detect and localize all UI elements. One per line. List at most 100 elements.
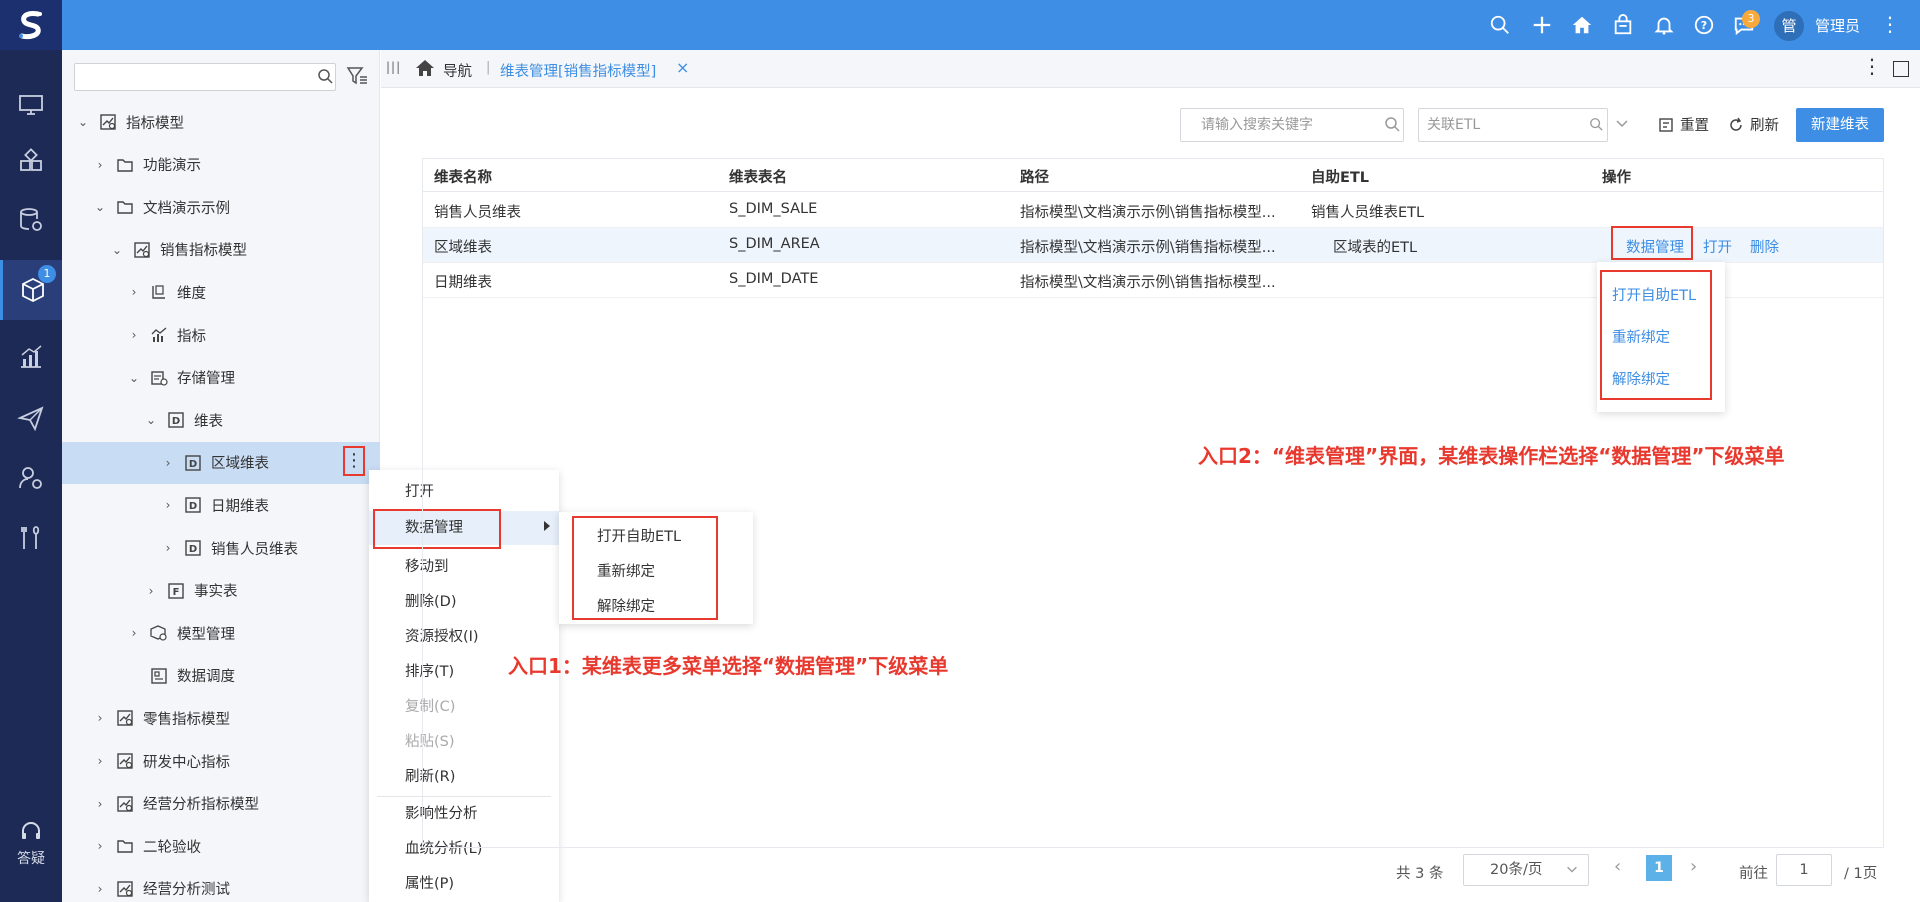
svg-text:D: D bbox=[189, 544, 197, 555]
filter-icon[interactable] bbox=[346, 65, 368, 87]
monitor-icon[interactable] bbox=[0, 75, 62, 135]
f-table-icon: F bbox=[166, 581, 186, 601]
send-icon[interactable] bbox=[0, 388, 62, 448]
etl-select[interactable]: 关联ETL bbox=[1418, 108, 1608, 142]
tree-node-label: 文档演示示例 bbox=[143, 200, 230, 217]
chevron-right-icon[interactable]: › bbox=[93, 839, 107, 853]
user-gear-icon[interactable] bbox=[0, 448, 62, 508]
tab-navigation[interactable]: 导航 bbox=[443, 60, 472, 81]
tree-search-input[interactable] bbox=[74, 63, 336, 91]
tree-node[interactable]: › 功能演示 bbox=[62, 144, 380, 186]
tree-node-label: 日期维表 bbox=[211, 498, 269, 515]
table-cell-name: 日期维表 bbox=[434, 275, 492, 291]
tree-node[interactable]: › 经营分析指标模型 bbox=[62, 783, 380, 825]
database-gear-icon[interactable] bbox=[0, 190, 62, 250]
tab-close-icon[interactable]: × bbox=[676, 58, 689, 77]
chart-icon[interactable] bbox=[0, 327, 62, 387]
avatar[interactable]: 管 bbox=[1774, 11, 1804, 41]
chevron-down-icon[interactable]: ⌄ bbox=[93, 200, 107, 214]
chevron-down-icon[interactable]: ⌄ bbox=[127, 371, 141, 385]
tree-node[interactable]: › 指标 bbox=[62, 314, 380, 356]
tree-node[interactable]: › D 销售人员维表 bbox=[62, 527, 380, 569]
next-page-icon[interactable]: › bbox=[1690, 856, 1697, 877]
tree-node[interactable]: › 研发中心指标 bbox=[62, 740, 380, 782]
username[interactable]: 管理员 bbox=[1815, 15, 1860, 36]
folder-icon bbox=[115, 836, 135, 856]
chevron-right-icon[interactable]: › bbox=[161, 456, 175, 470]
svg-text:?: ? bbox=[1701, 19, 1707, 32]
chevron-right-icon[interactable]: › bbox=[127, 328, 141, 342]
reset-button[interactable]: 重置 bbox=[1658, 114, 1709, 135]
prev-page-icon[interactable]: ‹ bbox=[1614, 856, 1621, 877]
annotation-entry-2: 入口2：“维表管理”界面，某维表操作栏选择“数据管理”下级菜单 bbox=[1198, 444, 1785, 468]
plus-icon[interactable] bbox=[1530, 13, 1554, 37]
search-icon[interactable] bbox=[1488, 13, 1512, 37]
tree-node[interactable]: › F 事实表 bbox=[62, 570, 380, 612]
annotation-highlight-box bbox=[1611, 226, 1693, 260]
tab-grip-icon[interactable]: ||| bbox=[386, 60, 401, 74]
chevron-down-icon[interactable]: ⌄ bbox=[110, 243, 124, 257]
tools-icon[interactable] bbox=[0, 508, 62, 568]
chevron-right-icon[interactable]: › bbox=[127, 626, 141, 640]
tab-dim-table-management[interactable]: 维表管理[销售指标模型] bbox=[500, 60, 656, 81]
tree-node[interactable]: 数据调度 bbox=[62, 655, 380, 697]
chevron-right-icon[interactable]: › bbox=[93, 754, 107, 768]
row-action-link[interactable]: 打开 bbox=[1703, 236, 1732, 257]
refresh-icon bbox=[1730, 117, 1742, 131]
tree-node[interactable]: ⌄ D 维表 bbox=[62, 399, 380, 441]
tree-node[interactable]: › 维度 bbox=[62, 271, 380, 313]
tree-node-label: 经营分析指标模型 bbox=[143, 797, 259, 814]
tree-node[interactable]: › 模型管理 bbox=[62, 612, 380, 654]
help-icon[interactable]: ? bbox=[1692, 13, 1716, 37]
chevron-right-icon[interactable]: › bbox=[93, 797, 107, 811]
chevron-right-icon[interactable]: › bbox=[161, 498, 175, 512]
tree-node[interactable]: ⌄ 文档演示示例 bbox=[62, 186, 380, 228]
search-icon[interactable] bbox=[1384, 116, 1400, 132]
dropdown-item[interactable]: 打开自助ETL bbox=[1612, 284, 1696, 305]
shop-icon[interactable] bbox=[1611, 13, 1635, 37]
bell-icon[interactable] bbox=[1652, 13, 1676, 37]
tree-node[interactable]: › 零售指标模型 bbox=[62, 697, 380, 739]
chevron-down-icon[interactable]: ⌄ bbox=[76, 115, 90, 129]
goto-page-input[interactable]: 1 bbox=[1776, 854, 1832, 886]
dropdown-item[interactable]: 重新绑定 bbox=[1612, 326, 1670, 347]
chevron-right-icon[interactable]: › bbox=[161, 541, 175, 555]
blocks-icon[interactable] bbox=[0, 132, 62, 192]
chevron-down-icon[interactable]: ⌄ bbox=[144, 413, 158, 427]
tree-node[interactable]: ⌄ 指标模型 bbox=[62, 101, 380, 143]
current-page[interactable]: 1 bbox=[1646, 855, 1672, 881]
search-icon[interactable] bbox=[317, 68, 333, 84]
tree-node[interactable]: › D 日期维表 bbox=[62, 484, 380, 526]
chevron-right-icon[interactable]: › bbox=[144, 584, 158, 598]
chevron-right-icon[interactable]: › bbox=[93, 711, 107, 725]
table-cell-name: 区域维表 bbox=[434, 240, 492, 256]
maximize-icon[interactable] bbox=[1893, 61, 1909, 77]
dropdown-item[interactable]: 解除绑定 bbox=[1612, 368, 1670, 389]
chevron-right-icon[interactable]: › bbox=[127, 285, 141, 299]
row-action-link[interactable]: 删除 bbox=[1750, 236, 1779, 257]
more-vertical-icon[interactable]: ⋮ bbox=[1862, 56, 1882, 76]
chevron-down-icon[interactable] bbox=[1614, 115, 1630, 131]
tree-node[interactable]: › 二轮验收 bbox=[62, 825, 380, 867]
tree-node[interactable]: › D 区域维表 bbox=[62, 441, 380, 484]
tree-node-more-button[interactable]: ⋮ bbox=[343, 446, 365, 476]
chevron-right-icon[interactable]: › bbox=[93, 158, 107, 172]
column-header: 路径 bbox=[1020, 170, 1049, 186]
metric-icon bbox=[149, 325, 169, 345]
search-input[interactable]: 请输入搜索关键字 bbox=[1180, 108, 1404, 142]
chevron-right-icon[interactable]: › bbox=[93, 882, 107, 896]
home-icon[interactable] bbox=[1570, 13, 1594, 37]
help-qa-item[interactable]: 答疑 bbox=[0, 820, 62, 868]
tree-node[interactable]: › 经营分析测试 bbox=[62, 868, 380, 902]
tree-node-label: 数据调度 bbox=[177, 669, 235, 686]
refresh-label: 刷新 bbox=[1750, 118, 1779, 134]
more-vertical-icon[interactable]: ⋮ bbox=[1880, 13, 1900, 35]
tree-node[interactable]: ⌄ 销售指标模型 bbox=[62, 229, 380, 271]
app-logo[interactable] bbox=[0, 0, 62, 50]
home-icon[interactable] bbox=[414, 57, 436, 79]
refresh-button[interactable]: 刷新 bbox=[1728, 114, 1779, 135]
tree-node[interactable]: ⌄ 存储管理 bbox=[62, 357, 380, 399]
new-dim-table-button[interactable]: 新建维表 bbox=[1796, 108, 1884, 142]
tree-node-label: 事实表 bbox=[194, 584, 238, 601]
context-menu-item[interactable]: 属性(P) bbox=[369, 867, 559, 901]
